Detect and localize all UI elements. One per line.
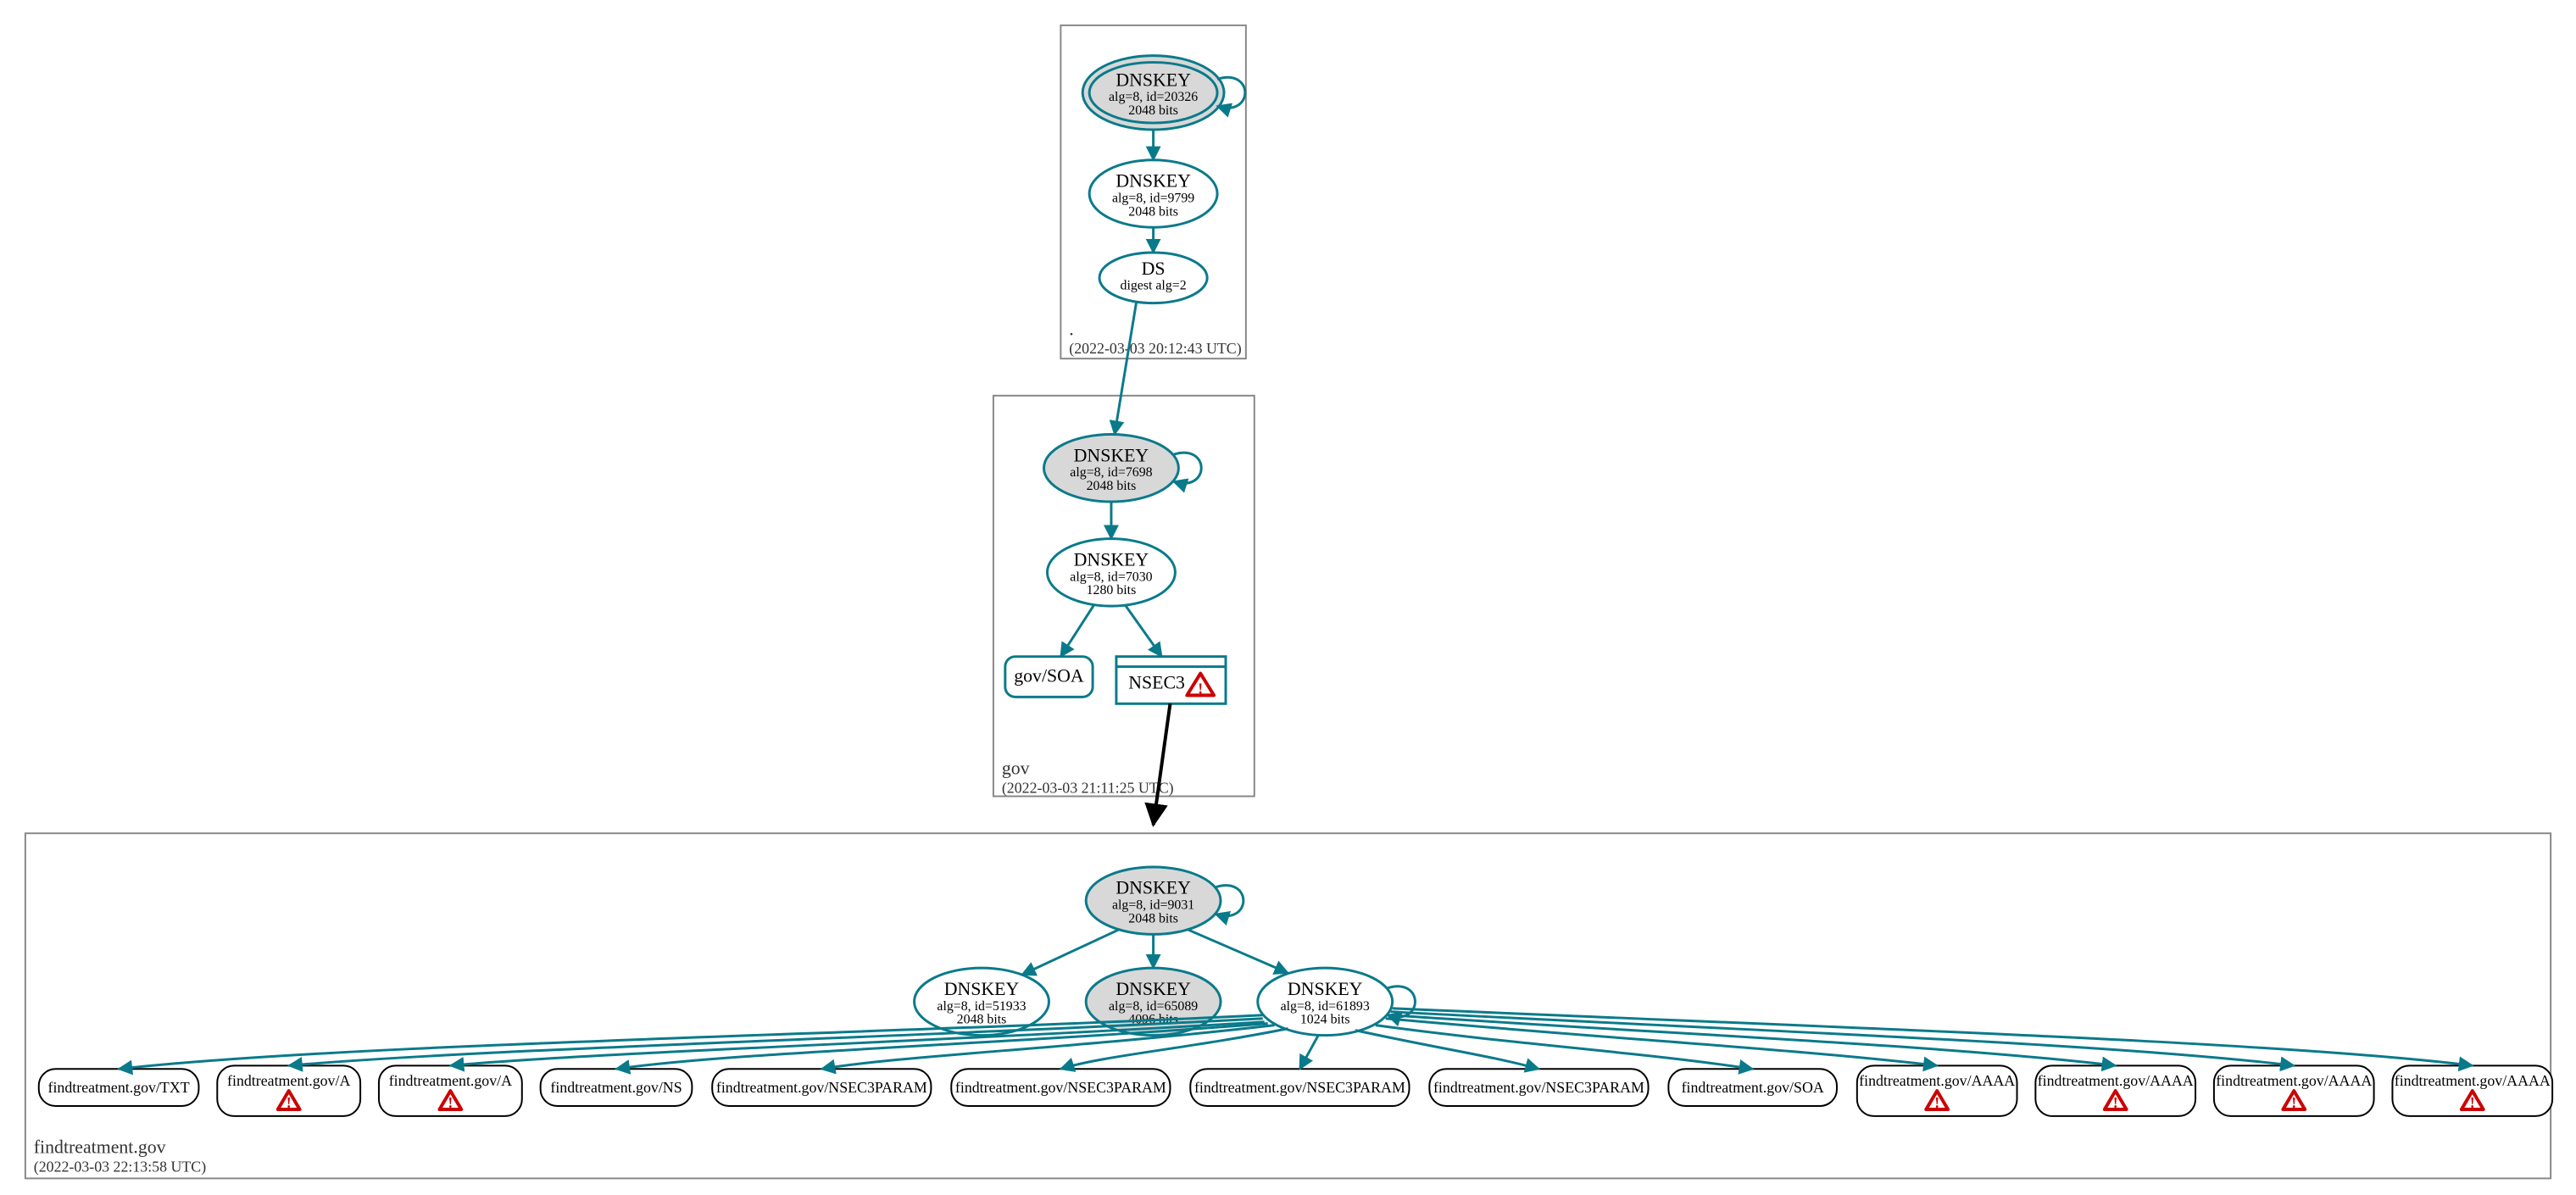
svg-text:DNSKEY: DNSKEY (944, 979, 1020, 999)
leaf-a1: findtreatment.gov/A ! (217, 1065, 360, 1116)
svg-text:alg=8, id=7698: alg=8, id=7698 (1070, 465, 1152, 480)
leaf-n3p3: findtreatment.gov/NSEC3PARAM (1190, 1069, 1409, 1106)
svg-text:alg=8, id=9799: alg=8, id=9799 (1112, 191, 1194, 205)
svg-text:DNSKEY: DNSKEY (1074, 445, 1149, 465)
svg-text:!: ! (2291, 1094, 2296, 1111)
svg-text:findtreatment.gov/A: findtreatment.gov/A (389, 1072, 512, 1089)
leaf-aaaa1: findtreatment.gov/AAAA ! (1857, 1065, 2017, 1116)
leaf-ns: findtreatment.gov/NS (541, 1069, 693, 1106)
svg-text:!: ! (1934, 1094, 1939, 1111)
leaf-a2: findtreatment.gov/A ! (379, 1065, 522, 1116)
svg-text:NSEC3: NSEC3 (1128, 672, 1185, 692)
node-gov-soa: gov/SOA (1005, 657, 1093, 698)
svg-text:!: ! (287, 1094, 292, 1111)
leaf-aaaa2: findtreatment.gov/AAAA ! (2035, 1065, 2195, 1116)
svg-text:1024 bits: 1024 bits (1300, 1013, 1350, 1027)
node-root-ksk: DNSKEY alg=8, id=20326 2048 bits (1082, 56, 1224, 130)
svg-text:DNSKEY: DNSKEY (1116, 69, 1191, 90)
edge-ft-ksk-zskc (1187, 929, 1288, 973)
edge-zskc-n3p4 (1355, 1031, 1538, 1070)
node-ft-ksk: DNSKEY alg=8, id=9031 2048 bits (1086, 867, 1221, 934)
zone-root-label: . (1069, 319, 1073, 339)
svg-text:alg=8, id=51933: alg=8, id=51933 (937, 999, 1026, 1014)
svg-text:findtreatment.gov/AAAA: findtreatment.gov/AAAA (2395, 1072, 2551, 1089)
edge-zskc-aaaa4 (1393, 1009, 2473, 1066)
svg-text:2048 bits: 2048 bits (957, 1013, 1007, 1027)
svg-text:findtreatment.gov/NSEC3PARAM: findtreatment.gov/NSEC3PARAM (955, 1079, 1166, 1096)
leaf-n3p4: findtreatment.gov/NSEC3PARAM (1429, 1069, 1648, 1106)
svg-text:findtreatment.gov/NS: findtreatment.gov/NS (550, 1079, 682, 1096)
svg-text:2048 bits: 2048 bits (1087, 479, 1137, 493)
leaf-n3p1: findtreatment.gov/NSEC3PARAM (712, 1069, 931, 1106)
edge-gov-zsk-nsec3 (1125, 604, 1162, 657)
edge-ds-gov-ksk (1115, 302, 1137, 435)
node-ft-zsk-c: DNSKEY alg=8, id=61893 1024 bits (1258, 968, 1393, 1035)
svg-text:alg=8, id=9031: alg=8, id=9031 (1112, 898, 1194, 913)
svg-text:DNSKEY: DNSKEY (1116, 979, 1191, 999)
svg-text:findtreatment.gov/NSEC3PARAM: findtreatment.gov/NSEC3PARAM (1194, 1079, 1405, 1096)
zone-findtreatment-label: findtreatment.gov (34, 1137, 166, 1158)
svg-text:alg=8, id=61893: alg=8, id=61893 (1281, 999, 1370, 1014)
svg-text:2048 bits: 2048 bits (1128, 204, 1178, 219)
svg-text:DS: DS (1142, 258, 1166, 279)
dnssec-diagram: . (2022-03-03 20:12:43 UTC) DNSKEY alg=8… (8, 8, 2568, 1187)
zone-gov-label: gov (1002, 759, 1030, 779)
svg-text:!: ! (2470, 1094, 2475, 1111)
svg-text:alg=8, id=20326: alg=8, id=20326 (1109, 90, 1198, 104)
svg-text:findtreatment.gov/NSEC3PARAM: findtreatment.gov/NSEC3PARAM (716, 1079, 927, 1096)
node-root-zsk: DNSKEY alg=8, id=9799 2048 bits (1089, 160, 1217, 227)
svg-text:findtreatment.gov/AAAA: findtreatment.gov/AAAA (2038, 1072, 2194, 1089)
svg-text:2048 bits: 2048 bits (1128, 911, 1178, 925)
svg-text:!: ! (2113, 1094, 2118, 1111)
edge-gov-nsec3-ft (1154, 703, 1171, 825)
svg-text:digest alg=2: digest alg=2 (1121, 279, 1187, 293)
svg-text:alg=8, id=7030: alg=8, id=7030 (1070, 570, 1152, 584)
svg-text:!: ! (448, 1094, 453, 1111)
svg-text:!: ! (1198, 680, 1203, 697)
leaf-soa: findtreatment.gov/SOA (1668, 1069, 1837, 1106)
svg-text:findtreatment.gov/AAAA: findtreatment.gov/AAAA (1859, 1072, 2015, 1089)
svg-text:2048 bits: 2048 bits (1128, 103, 1178, 118)
svg-text:findtreatment.gov/SOA: findtreatment.gov/SOA (1682, 1079, 1824, 1096)
node-root-ds: DS digest alg=2 (1099, 253, 1207, 303)
leaf-n3p2: findtreatment.gov/NSEC3PARAM (951, 1069, 1170, 1106)
edge-zskc-aaaa3 (1391, 1012, 2295, 1066)
svg-text:DNSKEY: DNSKEY (1288, 979, 1363, 999)
zone-root-timestamp: (2022-03-03 20:12:43 UTC) (1069, 340, 1241, 358)
node-gov-nsec3: NSEC3 ! (1116, 657, 1226, 704)
svg-text:findtreatment.gov/A: findtreatment.gov/A (227, 1072, 350, 1089)
zone-findtreatment-timestamp: (2022-03-03 22:13:58 UTC) (34, 1158, 206, 1176)
svg-text:gov/SOA: gov/SOA (1014, 665, 1084, 686)
svg-text:alg=8, id=65089: alg=8, id=65089 (1109, 999, 1198, 1014)
svg-text:findtreatment.gov/NSEC3PARAM: findtreatment.gov/NSEC3PARAM (1433, 1079, 1644, 1096)
edge-zskc-ns (616, 1024, 1268, 1070)
edge-zskc-n3p3 (1299, 1036, 1318, 1070)
edge-ft-ksk-zska (1022, 929, 1120, 975)
svg-text:findtreatment.gov/AAAA: findtreatment.gov/AAAA (2216, 1072, 2372, 1089)
leaf-txt: findtreatment.gov/TXT (39, 1069, 199, 1106)
svg-text:DNSKEY: DNSKEY (1116, 171, 1191, 192)
edge-zskc-a2 (450, 1022, 1264, 1066)
svg-text:findtreatment.gov/TXT: findtreatment.gov/TXT (48, 1079, 190, 1096)
leaf-aaaa3: findtreatment.gov/AAAA ! (2214, 1065, 2374, 1116)
edge-gov-zsk-soa (1060, 604, 1094, 657)
zone-gov-timestamp: (2022-03-03 21:11:25 UTC) (1002, 780, 1174, 798)
svg-text:DNSKEY: DNSKEY (1074, 549, 1149, 570)
leaf-aaaa4: findtreatment.gov/AAAA ! (2392, 1065, 2552, 1116)
svg-text:1280 bits: 1280 bits (1087, 583, 1137, 598)
node-gov-ksk: DNSKEY alg=8, id=7698 2048 bits (1044, 435, 1179, 502)
svg-text:DNSKEY: DNSKEY (1116, 878, 1191, 898)
node-gov-zsk: DNSKEY alg=8, id=7030 1280 bits (1047, 539, 1175, 606)
